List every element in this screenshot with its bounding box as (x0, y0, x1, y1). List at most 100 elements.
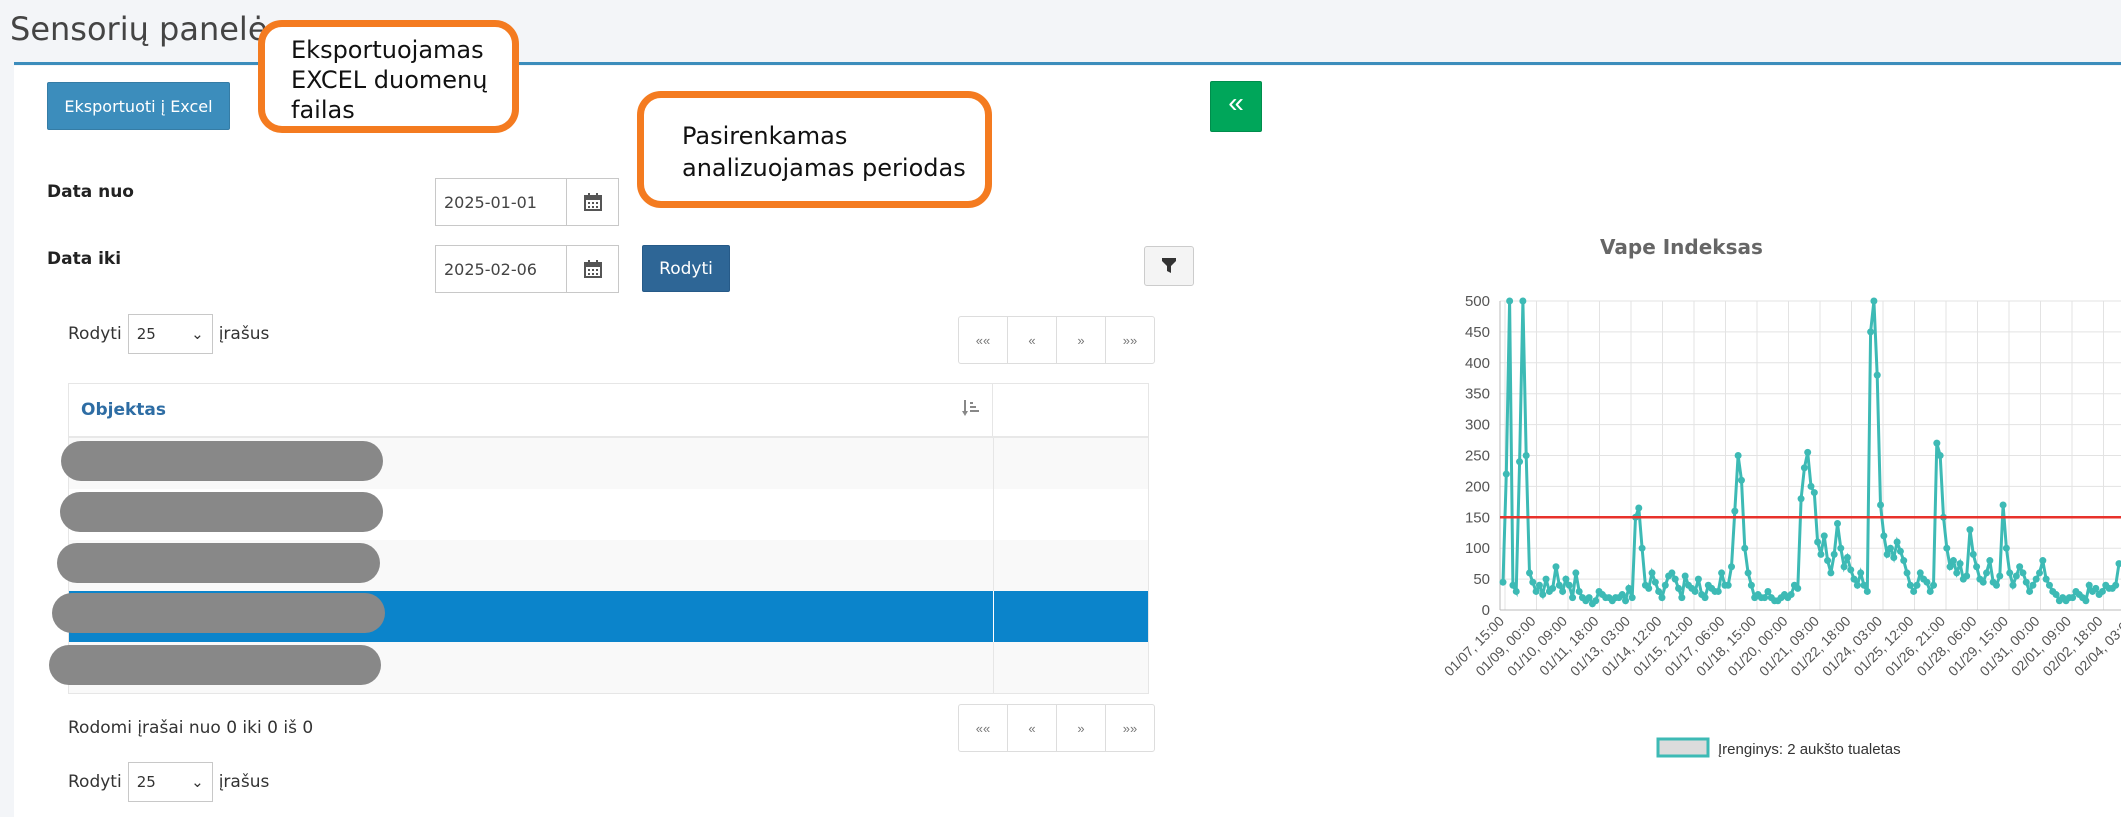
pager-last[interactable]: »» (1105, 705, 1154, 751)
length-suffix: įrašus (218, 324, 270, 344)
data-point (1539, 591, 1547, 599)
data-point (1873, 371, 1881, 379)
annotation-line: EXCEL duomenų (291, 66, 488, 94)
data-point (1675, 584, 1683, 592)
data-point (2009, 581, 2017, 589)
y-tick-label: 50 (1473, 571, 1490, 588)
redacted-object-name (60, 492, 383, 532)
pager-last[interactable]: »» (1105, 317, 1154, 363)
data-point (1847, 566, 1855, 574)
table-cell (994, 438, 1148, 489)
table-cell (994, 642, 1148, 693)
data-point (1973, 563, 1981, 571)
show-button[interactable]: Rodyti (642, 245, 730, 292)
data-point (1804, 448, 1812, 456)
filter-icon[interactable] (1144, 246, 1194, 286)
annotation-line: failas (291, 96, 355, 124)
date-from-label: Data nuo (47, 182, 134, 202)
date-from-input[interactable] (435, 178, 568, 226)
data-point (1569, 594, 1577, 602)
annotation-line: analizuojamas periodas (682, 154, 966, 182)
calendar-icon[interactable] (566, 245, 619, 293)
annotation-line: Pasirenkamas (682, 122, 848, 150)
data-point (1837, 544, 1845, 552)
data-point (2115, 560, 2121, 568)
data-point (1761, 594, 1769, 602)
data-point (1728, 563, 1736, 571)
double-chevron-left-icon[interactable]: « (1210, 81, 1262, 132)
data-point (1906, 581, 1914, 589)
column-header-objektas[interactable]: Objektas (69, 384, 993, 436)
pager-next[interactable]: » (1056, 705, 1105, 751)
page-length-select[interactable]: 25 ⌄ (127, 762, 213, 802)
date-to-input[interactable] (435, 245, 568, 293)
pager-next[interactable]: » (1056, 317, 1105, 363)
page-title: Sensorių panelė (10, 10, 268, 48)
vape-index-chart: 05010015020025030035040045050001/07, 15:… (1441, 293, 2121, 758)
page-length-value: 25 (136, 773, 156, 791)
y-tick-label: 150 (1465, 509, 1490, 526)
data-point (1658, 594, 1666, 602)
pager-first[interactable]: «« (959, 317, 1007, 363)
data-point (1625, 584, 1633, 592)
data-point (2002, 544, 2010, 552)
pager-prev[interactable]: « (1007, 705, 1056, 751)
data-point (1747, 581, 1755, 589)
data-point (1701, 594, 1709, 602)
chevron-down-icon: ⌄ (191, 325, 204, 343)
data-point (2036, 569, 2044, 577)
data-point (2039, 557, 2047, 565)
table-cell (994, 540, 1148, 591)
data-point (1694, 575, 1702, 583)
y-tick-label: 200 (1465, 478, 1490, 495)
data-point (1585, 594, 1593, 602)
data-point (1992, 581, 2000, 589)
data-point (1731, 507, 1739, 515)
data-point (1552, 563, 1560, 571)
data-point (1661, 581, 1669, 589)
data-point (2112, 581, 2120, 589)
chevron-down-icon: ⌄ (191, 773, 204, 791)
page-length-control-bottom: Rodyti 25 ⌄ įrašus (68, 762, 269, 802)
data-point (1810, 489, 1818, 497)
data-point (1900, 557, 1908, 565)
page-length-select[interactable]: 25 ⌄ (127, 314, 213, 354)
export-excel-button[interactable]: Eksportuoti į Excel (47, 82, 230, 130)
table-header: Objektas (69, 384, 1148, 438)
data-point (1824, 557, 1832, 565)
data-point (1860, 581, 1868, 589)
y-tick-label: 300 (1465, 417, 1490, 434)
data-point (1820, 532, 1828, 540)
data-point (1509, 581, 1517, 589)
data-point (2032, 575, 2040, 583)
redacted-object-name (61, 441, 383, 481)
data-point (1857, 569, 1865, 577)
data-point (1979, 578, 1987, 586)
data-point (1502, 470, 1510, 478)
pagination-bottom: «« « » »» (958, 704, 1155, 752)
data-point (1512, 587, 1520, 595)
calendar-icon[interactable] (566, 178, 619, 226)
data-point (1814, 538, 1822, 546)
pager-prev[interactable]: « (1007, 317, 1056, 363)
column-header-label: Objektas (81, 400, 166, 420)
data-point (2082, 597, 2090, 605)
y-tick-label: 400 (1465, 355, 1490, 372)
data-point (1618, 591, 1626, 599)
data-point (1519, 297, 1527, 305)
length-suffix: įrašus (218, 772, 270, 792)
annotation-export: Eksportuojamas EXCEL duomenų failas (258, 20, 519, 133)
sort-icon[interactable] (962, 399, 980, 421)
data-point (1559, 587, 1567, 595)
data-point (2092, 584, 2100, 592)
date-to-label: Data iki (47, 249, 122, 269)
data-point (1529, 578, 1537, 586)
page-length-control: Rodyti 25 ⌄ įrašus (68, 314, 269, 354)
data-point (2006, 569, 2014, 577)
data-point (1718, 569, 1726, 577)
data-point (1853, 581, 1861, 589)
pager-first[interactable]: «« (959, 705, 1007, 751)
data-point (1691, 587, 1699, 595)
annotation-period: Pasirenkamas analizuojamas periodas (637, 91, 992, 208)
data-point (1933, 439, 1941, 447)
